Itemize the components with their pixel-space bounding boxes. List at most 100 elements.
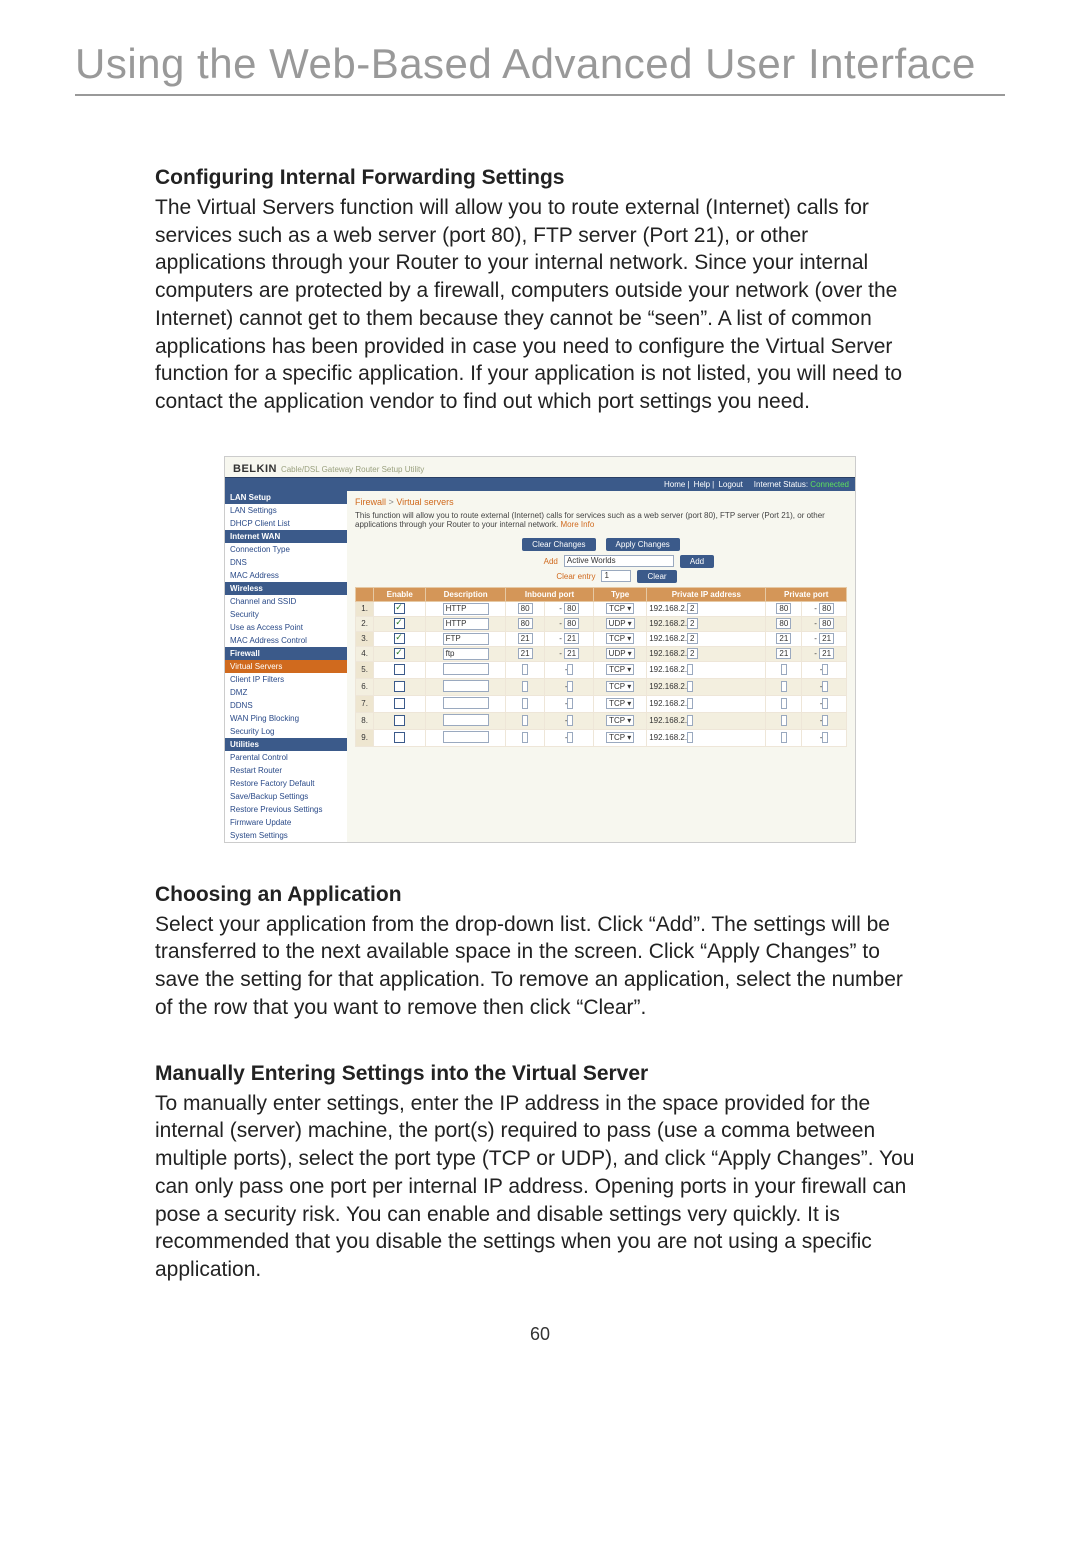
type-select[interactable]: TCP ▾ bbox=[606, 715, 634, 726]
inbound-port-from[interactable]: 21 bbox=[518, 648, 533, 659]
enable-checkbox[interactable] bbox=[394, 618, 405, 629]
private-ip-input[interactable]: 2 bbox=[687, 618, 697, 629]
type-select[interactable]: TCP ▾ bbox=[606, 664, 634, 675]
private-port-to[interactable] bbox=[822, 681, 828, 692]
description-input[interactable] bbox=[443, 697, 489, 709]
private-port-to[interactable] bbox=[822, 698, 828, 709]
description-input[interactable]: HTTP bbox=[443, 603, 489, 615]
inbound-port-to[interactable] bbox=[567, 715, 573, 726]
sidenav-security[interactable]: Security bbox=[225, 608, 347, 621]
inbound-port-to[interactable]: 21 bbox=[564, 633, 579, 644]
topbar-home[interactable]: Home bbox=[664, 480, 685, 489]
inbound-port-from[interactable] bbox=[522, 681, 528, 692]
sidenav-mac-control[interactable]: MAC Address Control bbox=[225, 634, 347, 647]
private-ip-input[interactable] bbox=[687, 681, 693, 692]
enable-checkbox[interactable] bbox=[394, 633, 405, 644]
enable-checkbox[interactable] bbox=[394, 681, 405, 692]
description-input[interactable] bbox=[443, 680, 489, 692]
type-select[interactable]: TCP ▾ bbox=[606, 681, 634, 692]
application-select[interactable]: Active Worlds bbox=[564, 555, 674, 567]
private-ip-input[interactable]: 2 bbox=[687, 603, 697, 614]
sidenav-ddns[interactable]: DDNS bbox=[225, 699, 347, 712]
inbound-port-from[interactable] bbox=[522, 715, 528, 726]
private-ip-input[interactable] bbox=[687, 664, 693, 675]
inbound-port-from[interactable] bbox=[522, 698, 528, 709]
sidenav-channel-ssid[interactable]: Channel and SSID bbox=[225, 595, 347, 608]
sidenav-security-log[interactable]: Security Log bbox=[225, 725, 347, 738]
private-port-to[interactable] bbox=[822, 664, 828, 675]
private-port-from[interactable] bbox=[781, 715, 787, 726]
private-port-to[interactable]: 80 bbox=[819, 618, 834, 629]
description-input[interactable]: HTTP bbox=[443, 618, 489, 630]
inbound-port-to[interactable] bbox=[567, 681, 573, 692]
inbound-port-to[interactable] bbox=[567, 664, 573, 675]
breadcrumb-firewall[interactable]: Firewall bbox=[355, 497, 386, 507]
inbound-port-from[interactable]: 21 bbox=[518, 633, 533, 644]
private-ip-input[interactable]: 2 bbox=[687, 633, 697, 644]
apply-changes-button[interactable]: Apply Changes bbox=[606, 538, 680, 551]
sidenav-dns[interactable]: DNS bbox=[225, 556, 347, 569]
sidenav-system-settings[interactable]: System Settings bbox=[225, 829, 347, 842]
enable-checkbox[interactable] bbox=[394, 664, 405, 675]
sidenav-access-point[interactable]: Use as Access Point bbox=[225, 621, 347, 634]
sidenav-restart[interactable]: Restart Router bbox=[225, 764, 347, 777]
sidenav-restore-prev[interactable]: Restore Previous Settings bbox=[225, 803, 347, 816]
type-select[interactable]: TCP ▾ bbox=[606, 603, 634, 614]
private-port-to[interactable]: 21 bbox=[819, 648, 834, 659]
description-input[interactable]: ftp bbox=[443, 648, 489, 660]
inbound-port-to[interactable]: 80 bbox=[564, 603, 579, 614]
sidenav-dmz[interactable]: DMZ bbox=[225, 686, 347, 699]
clear-changes-button[interactable]: Clear Changes bbox=[522, 538, 595, 551]
private-port-to[interactable] bbox=[822, 732, 828, 743]
description-input[interactable]: FTP bbox=[443, 633, 489, 645]
sidenav-lan-settings[interactable]: LAN Settings bbox=[225, 504, 347, 517]
private-port-to[interactable]: 21 bbox=[819, 633, 834, 644]
inbound-port-from[interactable] bbox=[522, 664, 528, 675]
inbound-port-to[interactable] bbox=[567, 732, 573, 743]
description-input[interactable] bbox=[443, 663, 489, 675]
inbound-port-to[interactable]: 80 bbox=[564, 618, 579, 629]
sidenav-save-backup[interactable]: Save/Backup Settings bbox=[225, 790, 347, 803]
type-select[interactable]: TCP ▾ bbox=[606, 633, 634, 644]
description-input[interactable] bbox=[443, 714, 489, 726]
private-port-from[interactable]: 80 bbox=[776, 603, 791, 614]
type-select[interactable]: UDP ▾ bbox=[606, 648, 635, 659]
sidenav-firmware[interactable]: Firmware Update bbox=[225, 816, 347, 829]
topbar-logout[interactable]: Logout bbox=[718, 480, 742, 489]
enable-checkbox[interactable] bbox=[394, 603, 405, 614]
enable-checkbox[interactable] bbox=[394, 715, 405, 726]
clear-entry-select[interactable]: 1 bbox=[601, 570, 631, 582]
inbound-port-to[interactable]: 21 bbox=[564, 648, 579, 659]
inbound-port-from[interactable] bbox=[522, 732, 528, 743]
enable-checkbox[interactable] bbox=[394, 732, 405, 743]
sidenav-mac-address[interactable]: MAC Address bbox=[225, 569, 347, 582]
inbound-port-from[interactable]: 80 bbox=[518, 618, 533, 629]
inbound-port-to[interactable] bbox=[567, 698, 573, 709]
private-ip-input[interactable] bbox=[687, 715, 693, 726]
sidenav-restore-default[interactable]: Restore Factory Default bbox=[225, 777, 347, 790]
private-ip-input[interactable]: 2 bbox=[687, 648, 697, 659]
sidenav-virtual-servers[interactable]: Virtual Servers bbox=[225, 660, 347, 673]
private-port-to[interactable] bbox=[822, 715, 828, 726]
private-ip-input[interactable] bbox=[687, 732, 693, 743]
inbound-port-from[interactable]: 80 bbox=[518, 603, 533, 614]
private-port-from[interactable]: 80 bbox=[776, 618, 791, 629]
sidenav-conn-type[interactable]: Connection Type bbox=[225, 543, 347, 556]
enable-checkbox[interactable] bbox=[394, 698, 405, 709]
sidenav-parental[interactable]: Parental Control bbox=[225, 751, 347, 764]
private-ip-input[interactable] bbox=[687, 698, 693, 709]
sidenav-client-ip-filters[interactable]: Client IP Filters bbox=[225, 673, 347, 686]
sidenav-dhcp-list[interactable]: DHCP Client List bbox=[225, 517, 347, 530]
type-select[interactable]: TCP ▾ bbox=[606, 698, 634, 709]
private-port-from[interactable]: 21 bbox=[776, 633, 791, 644]
type-select[interactable]: UDP ▾ bbox=[606, 618, 635, 629]
add-button[interactable]: Add bbox=[680, 555, 714, 568]
topbar-help[interactable]: Help bbox=[694, 480, 710, 489]
private-port-from[interactable] bbox=[781, 732, 787, 743]
more-info-link[interactable]: More Info bbox=[560, 520, 594, 529]
private-port-from[interactable]: 21 bbox=[776, 648, 791, 659]
type-select[interactable]: TCP ▾ bbox=[606, 732, 634, 743]
private-port-to[interactable]: 80 bbox=[819, 603, 834, 614]
private-port-from[interactable] bbox=[781, 698, 787, 709]
enable-checkbox[interactable] bbox=[394, 648, 405, 659]
